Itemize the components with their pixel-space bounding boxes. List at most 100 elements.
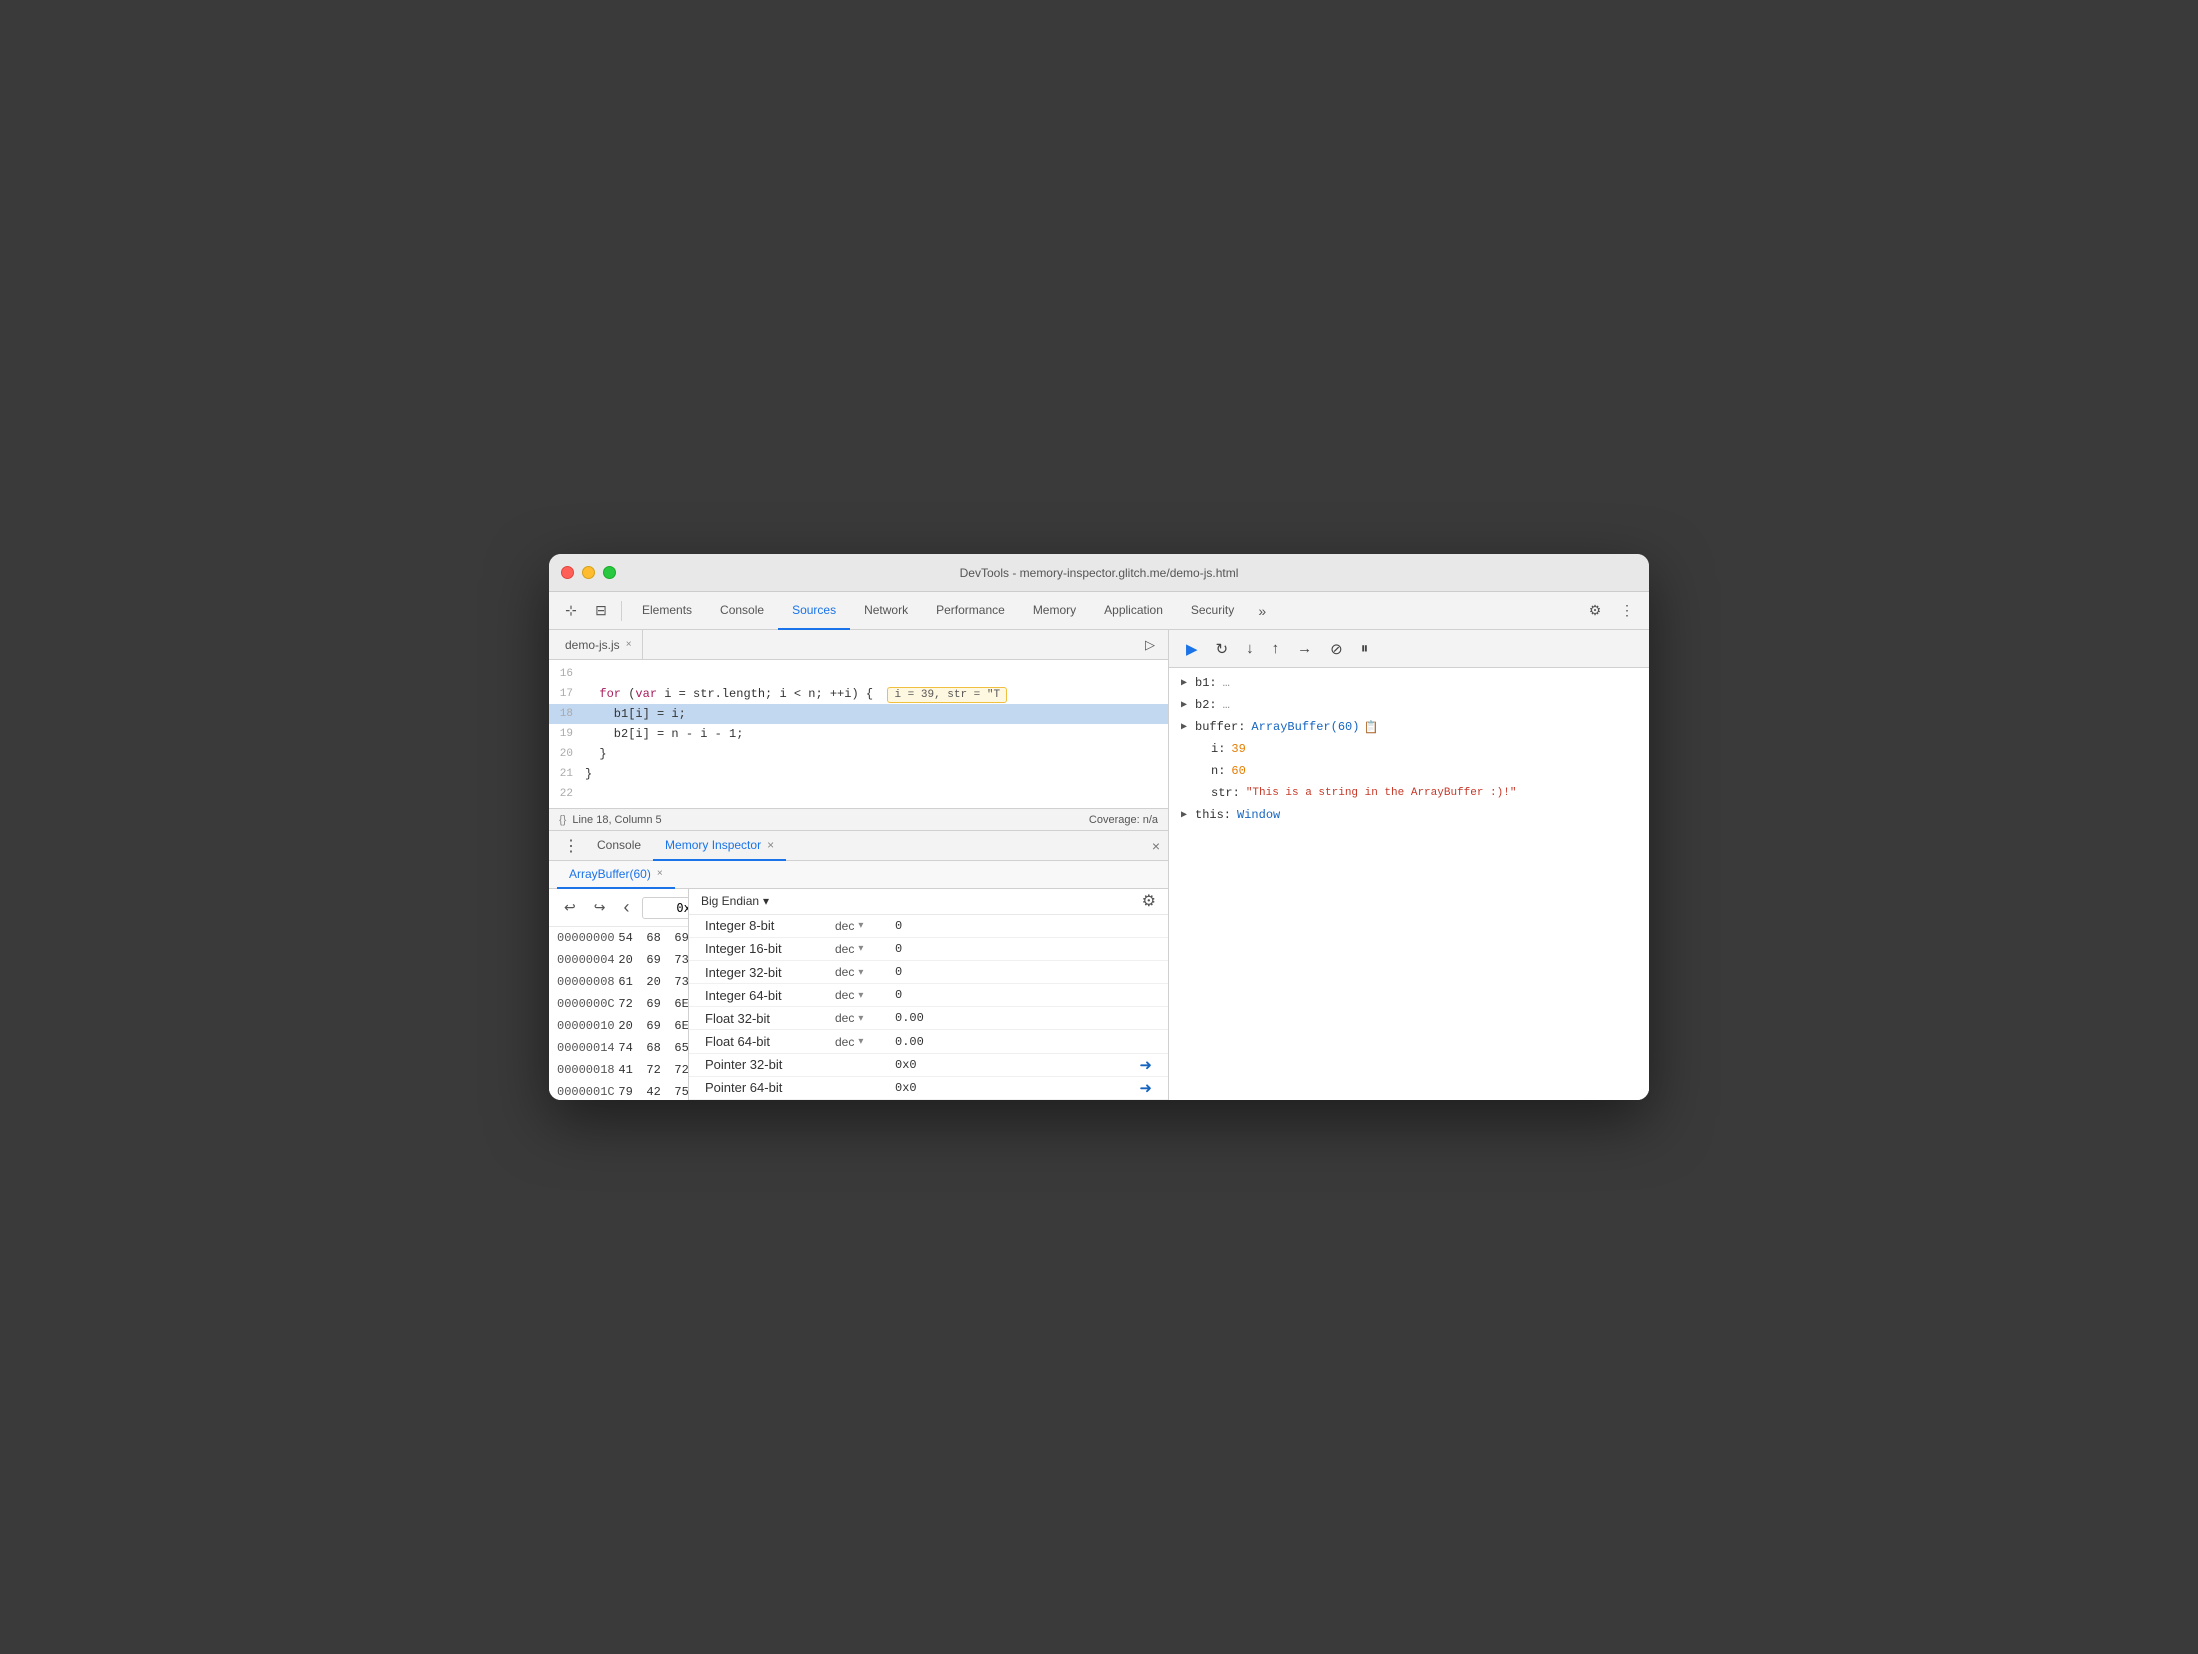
addr-forward-button[interactable]: ↪ <box>589 897 611 918</box>
devtools-window: DevTools - memory-inspector.glitch.me/de… <box>549 554 1649 1100</box>
hex-row-10: 00000010 20 69 6E 20 . <box>549 1015 688 1037</box>
tab-console[interactable]: Console <box>706 592 778 630</box>
hex-view: ↩ ↪ ‹ › ↻ 00000000 <box>549 889 688 1100</box>
titlebar: DevTools - memory-inspector.glitch.me/de… <box>549 554 1649 592</box>
code-line-18: 18 b1[i] = i; <box>549 704 1168 724</box>
tab-network[interactable]: Network <box>850 592 922 630</box>
scope-panel: ▶ b1: … ▶ b2: … ▶ buffer: ArrayBuffer( <box>1169 668 1649 1100</box>
memory-subtabs: ArrayBuffer(60) × <box>549 861 1168 889</box>
toolbar-right: ⚙ ⋮ <box>1581 597 1641 625</box>
maximize-button[interactable] <box>603 566 616 579</box>
memory-inspector-tab-close[interactable]: × <box>767 838 774 852</box>
hex-row-4: 00000004 20 69 73 20 . <box>549 949 688 971</box>
debug-step-over-button[interactable]: ↻ <box>1211 637 1234 661</box>
hex-row-8: 00000008 61 20 73 74 a <box>549 971 688 993</box>
hex-row-0: 00000000 54 68 69 73 T <box>549 927 688 949</box>
tab-performance[interactable]: Performance <box>922 592 1019 630</box>
tab-elements[interactable]: Elements <box>628 592 706 630</box>
memory-subtab-close[interactable]: × <box>657 868 663 879</box>
close-button[interactable] <box>561 566 574 579</box>
status-curly-icon: {} <box>559 814 566 826</box>
pointer-64-navigate-icon[interactable]: ➜ <box>1139 1079 1152 1097</box>
debug-step-into-button[interactable]: ↓ <box>1241 637 1259 660</box>
hex-row-14: 00000014 74 68 65 20 t <box>549 1037 688 1059</box>
bottom-tab-memory-inspector[interactable]: Memory Inspector × <box>653 831 786 861</box>
cursor-icon-button[interactable]: ⊹ <box>557 597 585 625</box>
drawer-icon-button[interactable]: ⊟ <box>587 597 615 625</box>
code-line-16: 16 <box>549 664 1168 684</box>
pointer-32-navigate-icon[interactable]: ➜ <box>1139 1056 1152 1074</box>
vi-row-ptr32: Pointer 32-bit dec ▾ 0x0 ➜ <box>689 1054 1168 1077</box>
traffic-lights <box>561 566 616 579</box>
status-bar: {} Line 18, Column 5 Coverage: n/a <box>549 808 1168 830</box>
debug-pause-button[interactable]: ⏸ <box>1356 637 1374 660</box>
debug-step-out-button[interactable]: ↑ <box>1267 637 1285 660</box>
settings-button[interactable]: ⚙ <box>1581 597 1609 625</box>
tab-security[interactable]: Security <box>1177 592 1248 630</box>
left-panel: demo-js.js × ▷ 16 17 <box>549 630 1169 1100</box>
toolbar-separator <box>621 601 622 621</box>
vi-row-float32: Float 32-bit dec ▾ 0.00 <box>689 1007 1168 1030</box>
hex-row-18: 00000018 41 72 72 61 A <box>549 1059 688 1081</box>
code-area: demo-js.js × ▷ 16 17 <box>549 630 1168 830</box>
code-line-22: 22 <box>549 784 1168 804</box>
endian-selector[interactable]: Big Endian ▾ <box>701 894 769 908</box>
bottom-tab-console[interactable]: Console <box>585 831 653 861</box>
memory-inspector-content: ↩ ↪ ‹ › ↻ 00000000 <box>549 889 1168 1100</box>
debug-resume-button[interactable]: ▶ <box>1181 637 1203 661</box>
file-navigate-button[interactable]: ▷ <box>1138 633 1162 657</box>
vi-row-int32: Integer 32-bit dec ▾ 0 <box>689 961 1168 984</box>
hex-dump: 00000000 54 68 69 73 T <box>549 927 688 1100</box>
vi-settings-button[interactable]: ⚙ <box>1142 891 1156 911</box>
file-tabs: demo-js.js × ▷ <box>549 630 1168 660</box>
vi-header: Big Endian ▾ ⚙ <box>689 889 1168 915</box>
main-nav-tabs: Elements Console Sources Network Perform… <box>628 592 1276 629</box>
code-line-20: 20 } <box>549 744 1168 764</box>
bottom-panel: ⋮ Console Memory Inspector × × Ar <box>549 830 1168 1100</box>
minimize-button[interactable] <box>582 566 595 579</box>
addr-prev-button[interactable]: ‹ <box>618 895 634 920</box>
scope-row-this: ▶ this: Window <box>1169 804 1649 826</box>
debugger-toolbar: ▶ ↻ ↓ ↑ → ⊘ ⏸ <box>1169 630 1649 668</box>
tab-application[interactable]: Application <box>1090 592 1177 630</box>
file-tab-close[interactable]: × <box>626 639 632 650</box>
bottom-dots-button[interactable]: ⋮ <box>557 834 585 858</box>
code-line-17: 17 for (var i = str.length; i < n; ++i) … <box>549 684 1168 704</box>
vi-row-float64: Float 64-bit dec ▾ 0.00 <box>689 1030 1168 1053</box>
scope-row-i: i: 39 <box>1169 738 1649 760</box>
vi-row-ptr64: Pointer 64-bit dec 0x0 ➜ <box>689 1077 1168 1100</box>
open-memory-inspector-icon[interactable]: 📋 <box>1363 720 1378 735</box>
vi-row-int8: Integer 8-bit dec ▾ 0 <box>689 915 1168 938</box>
main-content: demo-js.js × ▷ 16 17 <box>549 630 1649 1100</box>
addr-back-button[interactable]: ↩ <box>559 897 581 918</box>
hex-row-c: 0000000C 72 69 6E 67 r <box>549 993 688 1015</box>
more-options-button[interactable]: ⋮ <box>1613 597 1641 625</box>
hex-row-1c: 0000001C 79 42 75 66 y <box>549 1081 688 1100</box>
debug-step-button[interactable]: → <box>1292 637 1317 660</box>
scope-row-n: n: 60 <box>1169 760 1649 782</box>
vi-row-int16: Integer 16-bit dec ▾ 0 <box>689 938 1168 961</box>
scope-row-buffer: ▶ buffer: ArrayBuffer(60) 📋 <box>1169 716 1649 738</box>
status-coverage: Coverage: n/a <box>1089 814 1158 826</box>
value-inspector: Big Endian ▾ ⚙ Integer 8-bit dec ▾ <box>688 889 1168 1100</box>
address-bar: ↩ ↪ ‹ › ↻ <box>549 889 688 927</box>
code-editor: 16 17 for (var i = str.length; i < n; ++… <box>549 660 1168 808</box>
bottom-tabs-bar: ⋮ Console Memory Inspector × × <box>549 831 1168 861</box>
window-title: DevTools - memory-inspector.glitch.me/de… <box>960 566 1239 580</box>
top-toolbar: ⊹ ⊟ Elements Console Sources Network Per… <box>549 592 1649 630</box>
status-position: Line 18, Column 5 <box>572 814 661 826</box>
memory-subtab-arraybuffer[interactable]: ArrayBuffer(60) × <box>557 861 675 889</box>
scope-row-b1: ▶ b1: … <box>1169 672 1649 694</box>
debug-breakpoints-button[interactable]: ⊘ <box>1325 637 1348 661</box>
file-tab-name: demo-js.js <box>565 638 620 652</box>
right-panel: ▶ ↻ ↓ ↑ → ⊘ ⏸ ▶ b1: … <box>1169 630 1649 1100</box>
bottom-panel-close[interactable]: × <box>1152 838 1160 854</box>
vi-row-int64: Integer 64-bit dec ▾ 0 <box>689 984 1168 1007</box>
more-tabs-button[interactable]: » <box>1248 597 1276 625</box>
file-tab-demo-js[interactable]: demo-js.js × <box>555 630 643 660</box>
tab-sources[interactable]: Sources <box>778 592 850 630</box>
code-line-19: 19 b2[i] = n - i - 1; <box>549 724 1168 744</box>
address-input[interactable] <box>642 897 688 919</box>
devtools-body: ⊹ ⊟ Elements Console Sources Network Per… <box>549 592 1649 1100</box>
tab-memory[interactable]: Memory <box>1019 592 1090 630</box>
